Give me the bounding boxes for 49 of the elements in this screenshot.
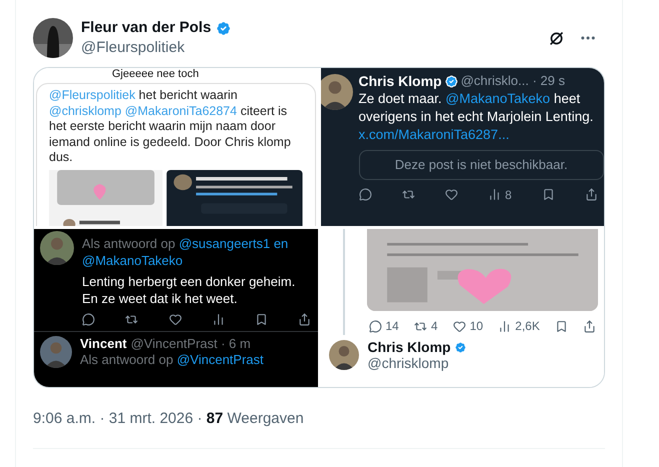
author-handle[interactable]: @Fleurspolitiek	[81, 38, 232, 58]
views-icon[interactable]	[488, 188, 501, 201]
action-count: 10	[470, 318, 484, 335]
reply-icon[interactable]	[82, 313, 95, 326]
action-count: 4	[430, 318, 438, 335]
post-meta: @chrisklo... · 29 s	[460, 72, 565, 90]
avatar	[320, 74, 352, 110]
repost-icon[interactable]	[402, 188, 415, 201]
like-icon[interactable]	[444, 188, 458, 201]
share-icon[interactable]	[582, 320, 596, 332]
avatar	[328, 340, 358, 370]
avatar	[40, 336, 72, 368]
action-count: 8	[504, 186, 512, 204]
post-meta: @VincentPrast · 6 m	[130, 336, 251, 352]
author-name[interactable]: Fleur van der Pols	[81, 18, 212, 38]
media-screenshot[interactable]: Gjeeeee nee toch @Fleurspolitiek het bericht waarin @chrisklomp @MakaroniTa62874 citeert is het eerste bericht waarin mijn naam door iemand online is gedeeld. Door Chris klomp dus.	[34, 68, 318, 226]
reply-icon[interactable]	[358, 188, 372, 201]
share-icon[interactable]	[298, 313, 312, 326]
post-text: Lenting herbergt een donker geheim. En ze weet dat ik het weet.	[82, 273, 296, 307]
post-text: Ze doet maar. @MakanoTakeko heet overigens in het echt Marjolein Lenting. x.com/MakaroniTa6287...	[358, 90, 594, 144]
verified-icon	[454, 340, 467, 354]
post-text: Gjeeeee nee toch	[111, 68, 200, 81]
bookmark-icon[interactable]	[255, 313, 268, 326]
avatar[interactable]	[33, 18, 73, 58]
verified-icon	[444, 74, 458, 88]
reply-context: Als antwoord op @susangeerts1 en @MakanoTakeko	[82, 235, 290, 269]
share-icon[interactable]	[584, 188, 598, 201]
author-name: Vincent	[80, 336, 127, 352]
author-name: Chris Klomp	[358, 72, 442, 90]
reply-context: Als antwoord op @VincentPrast	[80, 352, 264, 368]
avatar	[40, 231, 74, 265]
bookmark-icon[interactable]	[542, 188, 555, 201]
author-handle: @chrisklomp	[368, 355, 450, 371]
views-icon[interactable]	[498, 320, 512, 332]
author-name: Chris Klomp	[368, 339, 451, 355]
media-screenshot[interactable]: Als antwoord op @susangeerts1 en @MakanoTakeko Lenting herbergt een donker geheim. En ze weet dat ik het weet. Vincent @VincentPrast · 6 m Als antwoord op @VincentPrast	[34, 229, 318, 387]
action-count: 2,6K	[515, 318, 540, 335]
reply-icon[interactable]	[368, 320, 382, 332]
action-count: 14	[386, 318, 399, 335]
quoted-post: Deze post is niet beschikbaar.	[358, 150, 604, 180]
like-icon[interactable]	[452, 320, 466, 332]
post-timestamp: 9:06 a.m. · 31 mrt. 2026 · 87 Weergaven	[33, 409, 305, 429]
bookmark-icon[interactable]	[554, 320, 568, 332]
repost-icon[interactable]	[414, 320, 427, 332]
post-text: @Fleurspolitiek het bericht waarin @chrisklomp @MakaroniTa62874 citeert is het eerste bericht waarin mijn naam door iemand online is gedeeld. Door Chris klomp dus.	[49, 88, 292, 166]
like-icon[interactable]	[168, 313, 182, 326]
repost-icon[interactable]	[125, 313, 138, 326]
views-icon[interactable]	[212, 313, 225, 326]
media-screenshot[interactable]: Chris Klomp @chrisklo... · 29 s Ze doet maar. @MakanoTakeko heet overigens in het echt Marjolein Lenting. x.com/MakaroniTa6287... Deze post is niet beschikbaar. 8	[320, 68, 604, 226]
